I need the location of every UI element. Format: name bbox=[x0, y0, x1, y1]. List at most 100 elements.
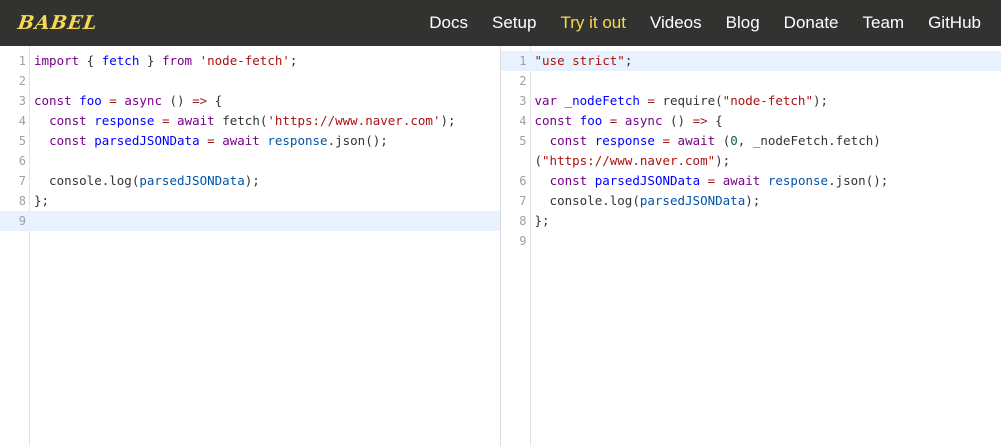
line-number: 9 bbox=[18, 214, 26, 228]
code-token: 'node-fetch' bbox=[199, 53, 290, 68]
code-token: parsedJSONData bbox=[139, 173, 245, 188]
line-code: import { fetch } from 'node-fetch'; bbox=[34, 51, 297, 71]
line-code: var _nodeFetch = require("node-fetch"); bbox=[535, 91, 829, 111]
line-number: 3 bbox=[519, 94, 527, 108]
code-token: const bbox=[49, 113, 87, 128]
output-editor[interactable]: 1 "use strict"; 2 3 var _nodeFetch = require… bbox=[499, 46, 1001, 446]
line-number: 2 bbox=[18, 74, 26, 88]
code-token: 'https://www.naver.com' bbox=[267, 113, 441, 128]
code-token: ); bbox=[812, 93, 829, 108]
code-token: }; bbox=[534, 213, 550, 228]
code-line: 6 const parsedJSONData = await response.… bbox=[501, 171, 1001, 191]
line-number: 5 bbox=[519, 134, 527, 148]
code-line: ("https://www.naver.com"); bbox=[501, 151, 1001, 171]
line-number: 3 bbox=[18, 94, 26, 108]
code-token: await bbox=[222, 133, 260, 148]
code-token: ); bbox=[715, 153, 731, 168]
code-token: ); bbox=[440, 113, 456, 128]
nav-videos[interactable]: Videos bbox=[650, 0, 702, 46]
nav-setup[interactable]: Setup bbox=[492, 0, 536, 46]
input-editor[interactable]: 1 import { fetch } from 'node-fetch'; 2 3 co… bbox=[0, 46, 500, 446]
line-number: 8 bbox=[519, 214, 527, 228]
main-nav: Docs Setup Try it out Videos Blog Donate… bbox=[405, 0, 981, 46]
nav-team[interactable]: Team bbox=[863, 0, 905, 46]
code-line: 4 const response = await fetch('https://… bbox=[0, 111, 500, 131]
code-line: 9 bbox=[0, 211, 500, 231]
code-line: 7 console.log(parsedJSONData); bbox=[0, 171, 500, 191]
code-token: "use strict" bbox=[534, 53, 625, 68]
code-token: import bbox=[34, 53, 80, 68]
code-token: { bbox=[79, 53, 102, 68]
code-token: ); bbox=[745, 193, 761, 208]
code-token: => bbox=[692, 113, 708, 128]
line-number: 8 bbox=[18, 194, 26, 208]
line-code: const parsedJSONData = await response.js… bbox=[34, 131, 388, 151]
line-number: 9 bbox=[519, 234, 527, 248]
code-token: = bbox=[109, 93, 117, 108]
line-code: const parsedJSONData = await response.js… bbox=[535, 171, 889, 191]
code-token: "node-fetch" bbox=[722, 93, 813, 108]
code-token: "https://www.naver.com" bbox=[542, 153, 716, 168]
code-token: console.log( bbox=[34, 173, 140, 188]
code-token: const bbox=[534, 113, 573, 128]
code-token: => bbox=[192, 93, 208, 108]
code-token: _nodeFetch bbox=[564, 93, 640, 108]
code-token: const bbox=[34, 93, 72, 108]
line-number: 1 bbox=[519, 54, 527, 68]
code-token: 0 bbox=[730, 133, 738, 148]
babel-logo[interactable]: BABEL bbox=[16, 12, 99, 34]
nav-github[interactable]: GitHub bbox=[928, 0, 981, 46]
line-number: 1 bbox=[18, 54, 26, 68]
line-number: 5 bbox=[18, 134, 26, 148]
code-token: ); bbox=[244, 173, 260, 188]
nav-donate[interactable]: Donate bbox=[784, 0, 839, 46]
code-token: fetch bbox=[101, 53, 140, 68]
code-token: const bbox=[549, 133, 588, 148]
code-token: parsedJSONData bbox=[639, 193, 746, 208]
line-number: 4 bbox=[519, 114, 527, 128]
code-token: = bbox=[662, 133, 671, 148]
repl-panes: 1 import { fetch } from 'node-fetch'; 2 3 co… bbox=[0, 46, 1001, 446]
code-line: 9 bbox=[501, 231, 1001, 251]
input-code-area[interactable]: 1 import { fetch } from 'node-fetch'; 2 3 co… bbox=[0, 51, 500, 231]
nav-try-it-out[interactable]: Try it out bbox=[560, 0, 626, 46]
line-code: "use strict"; bbox=[535, 51, 633, 71]
top-navbar: BABEL Docs Setup Try it out Videos Blog … bbox=[0, 0, 1001, 46]
code-token: await bbox=[722, 173, 761, 188]
code-token: () bbox=[662, 113, 693, 128]
code-token: ( bbox=[715, 133, 731, 148]
code-line: 3 var _nodeFetch = require("node-fetch"); bbox=[501, 91, 1001, 111]
code-token: foo bbox=[79, 93, 102, 108]
code-token: }; bbox=[34, 193, 50, 208]
code-token: ( bbox=[534, 153, 543, 168]
code-token: fetch( bbox=[214, 113, 268, 128]
code-token: { bbox=[207, 93, 223, 108]
code-token: .json(); bbox=[828, 173, 889, 188]
code-token: require( bbox=[654, 93, 723, 108]
line-number: 7 bbox=[18, 174, 26, 188]
nav-blog[interactable]: Blog bbox=[726, 0, 760, 46]
line-code: ("https://www.naver.com"); bbox=[535, 151, 731, 171]
code-token: await bbox=[677, 133, 716, 148]
code-token: = bbox=[647, 93, 655, 108]
code-line: 2 bbox=[501, 71, 1001, 91]
code-token: response bbox=[594, 133, 655, 148]
nav-docs[interactable]: Docs bbox=[429, 0, 468, 46]
code-line: 3 const foo = async () => { bbox=[0, 91, 500, 111]
code-token: async bbox=[624, 113, 663, 128]
